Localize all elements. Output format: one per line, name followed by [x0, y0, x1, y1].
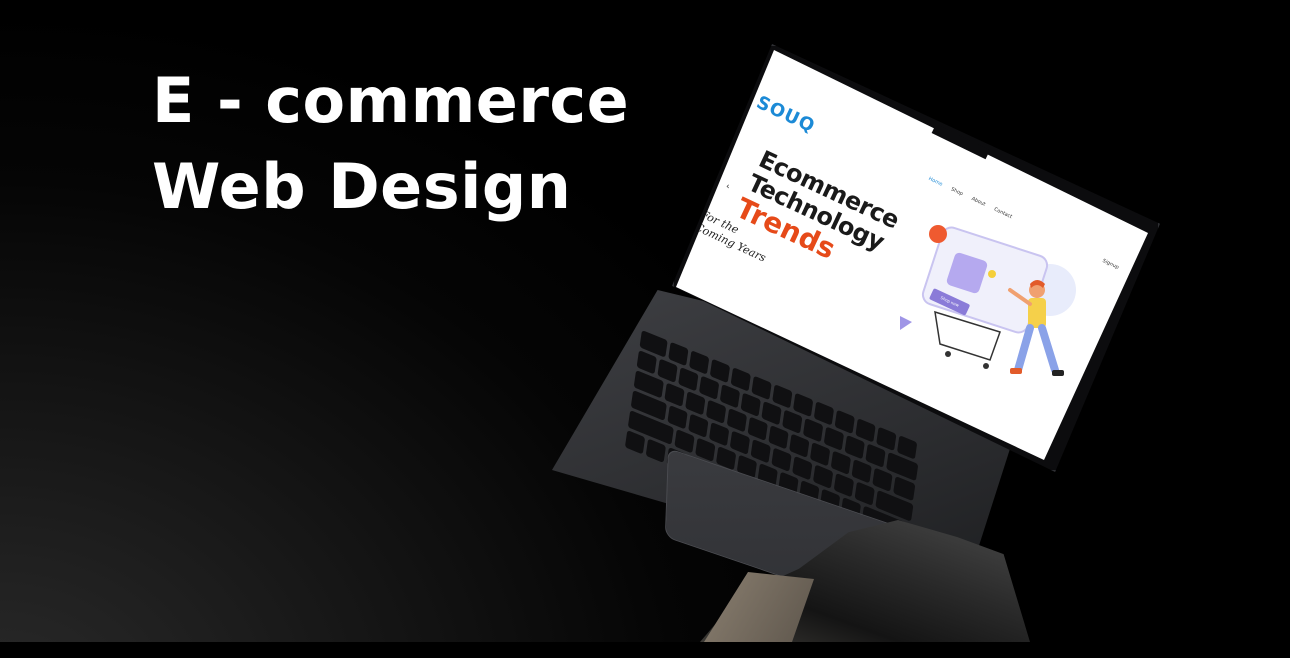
person-shoe — [1010, 368, 1022, 374]
person-legs — [1014, 324, 1059, 374]
nav-item-contact[interactable]: Contact — [993, 206, 1013, 220]
laptop-mockup: SOUQ ‹ Ecommerce Technology Trends For t… — [0, 0, 1290, 642]
nav-item-shop[interactable]: Shop — [950, 186, 964, 197]
nav-item-about[interactable]: About — [970, 196, 986, 208]
hero-heading: Ecommerce Technology Trends For the Comi… — [693, 145, 904, 310]
signup-link[interactable]: Signup — [1101, 258, 1119, 271]
site-logo: SOUQ — [753, 92, 819, 138]
nav-item-home[interactable]: Home — [927, 176, 943, 188]
cart-wheel — [945, 351, 951, 357]
person-shoe — [1052, 370, 1064, 376]
play-icon — [900, 316, 912, 330]
cart-wheel — [983, 363, 989, 369]
site-nav: Home Shop About Contact — [927, 176, 1013, 220]
decor-dot-yellow — [988, 270, 996, 278]
chevron-left-icon[interactable]: ‹ — [726, 182, 730, 192]
shopping-illustration — [900, 225, 1076, 376]
heart-icon — [929, 225, 947, 243]
